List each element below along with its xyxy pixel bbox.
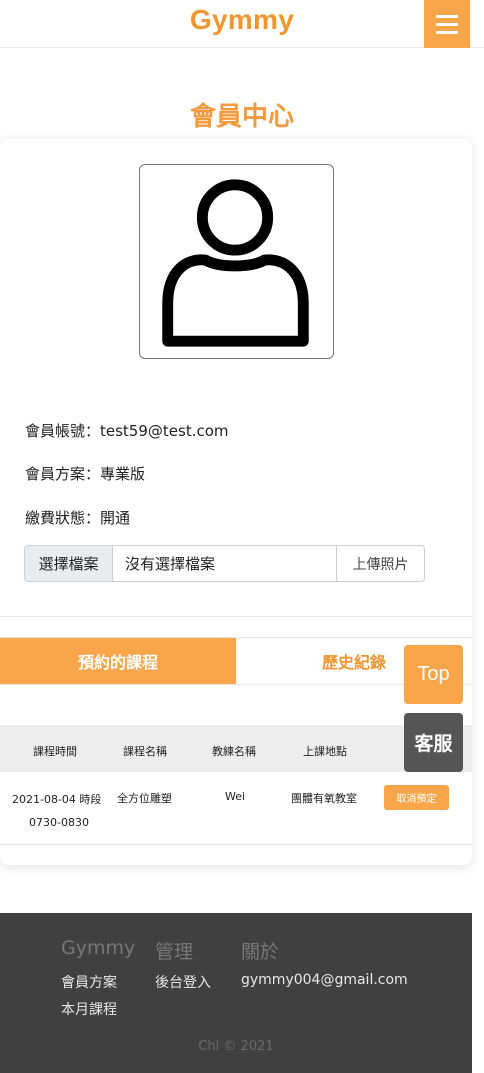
column-header-location: 上課地點 bbox=[303, 745, 347, 758]
top-navbar: Gymmy bbox=[0, 0, 484, 48]
course-location: 團體有氧教室 bbox=[291, 792, 357, 805]
table-row: 2021-08-04 時段 0730-0830 全方位雕塑 Wei 團體有氧教室… bbox=[0, 772, 472, 845]
footer-heading-gymmy: Gymmy bbox=[61, 937, 136, 959]
choose-file-button[interactable]: 選擇檔案 bbox=[25, 546, 113, 581]
footer-link-monthly-courses[interactable]: 本月課程 bbox=[61, 999, 117, 1019]
user-avatar-icon bbox=[139, 164, 334, 359]
footer-heading-admin: 管理 bbox=[155, 941, 194, 963]
back-to-top-button[interactable]: Top bbox=[404, 645, 463, 704]
coach-name: Wei bbox=[225, 790, 246, 803]
footer-link-plans[interactable]: 會員方案 bbox=[61, 972, 117, 992]
footer: Gymmy 管理 關於 會員方案 本月課程 後台登入 gymmy004@gmai… bbox=[0, 913, 472, 1073]
file-upload-group: 選擇檔案 沒有選擇檔案 上傳照片 bbox=[24, 545, 425, 582]
payment-status-info: 繳費狀態：開通 bbox=[25, 509, 131, 527]
profile-card: 會員帳號：test59@test.com 會員方案：專業版 繳費狀態：開通 選擇… bbox=[0, 139, 472, 865]
brand-logo[interactable]: Gymmy bbox=[0, 4, 484, 36]
copyright: Chi © 2021 bbox=[198, 1039, 274, 1054]
plan-info: 會員方案：專業版 bbox=[25, 465, 146, 483]
footer-link-admin-login[interactable]: 後台登入 bbox=[155, 972, 211, 992]
column-header-coach: 教練名稱 bbox=[212, 745, 256, 758]
selected-file-name: 沒有選擇檔案 bbox=[125, 555, 216, 573]
footer-link-email[interactable]: gymmy004@gmail.com bbox=[241, 972, 408, 988]
column-header-course: 課程名稱 bbox=[123, 745, 167, 758]
hamburger-menu-button[interactable] bbox=[424, 0, 470, 48]
divider bbox=[0, 616, 472, 617]
cancel-booking-button[interactable]: 取消預定 bbox=[384, 785, 449, 810]
customer-service-button[interactable]: 客服 bbox=[404, 713, 463, 772]
account-info: 會員帳號：test59@test.com bbox=[25, 422, 229, 440]
course-name: 全方位雕塑 bbox=[117, 792, 172, 805]
hamburger-icon bbox=[436, 14, 458, 18]
table-header: 課程時間 課程名稱 教練名稱 上課地點 bbox=[0, 725, 472, 772]
booking-tabs: 預約的課程 歷史紀錄 bbox=[0, 637, 472, 685]
course-time-date: 2021-08-04 時段 bbox=[12, 793, 102, 806]
upload-photo-button[interactable]: 上傳照片 bbox=[336, 546, 424, 581]
tab-booked-courses[interactable]: 預約的課程 bbox=[0, 638, 236, 684]
course-time-slot: 0730-0830 bbox=[29, 816, 89, 829]
page-title: 會員中心 bbox=[189, 102, 294, 132]
column-header-time: 課程時間 bbox=[33, 745, 77, 758]
footer-heading-about: 關於 bbox=[241, 941, 280, 963]
